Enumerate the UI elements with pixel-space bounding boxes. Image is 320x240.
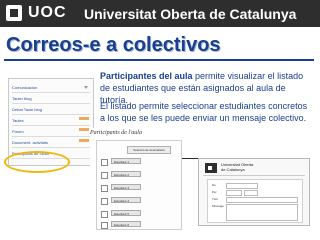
sidebar-item-label: Fòrum bbox=[12, 129, 24, 134]
highlight-circle bbox=[4, 151, 70, 173]
university-line-2: de Catalunya bbox=[221, 167, 245, 172]
student-checkbox[interactable] bbox=[101, 222, 108, 229]
student-name: Estudiant 2 bbox=[111, 171, 141, 177]
chevron-down-icon bbox=[84, 86, 88, 89]
list-item[interactable]: Estudiant 5 bbox=[101, 210, 177, 218]
compose-divider bbox=[203, 175, 305, 176]
compose-university-name: Universitat Oberta de Catalunya bbox=[221, 162, 253, 172]
sidebar-item-label: Document. activitats bbox=[12, 140, 49, 145]
list-item[interactable]: Estudiant 6 bbox=[101, 221, 177, 229]
student-name: Estudiant 6 bbox=[111, 221, 141, 227]
subject-field[interactable] bbox=[226, 197, 298, 203]
student-checkbox[interactable] bbox=[101, 211, 108, 218]
to-label: Per bbox=[212, 190, 217, 194]
compose-window: Universitat Oberta de Catalunya De Per Tí… bbox=[198, 158, 310, 226]
participants-panel: Participants de l'aula Selecció de desti… bbox=[90, 128, 182, 230]
message-textarea[interactable] bbox=[226, 204, 298, 221]
sidebar-item-label: Taules bbox=[12, 118, 24, 123]
list-item[interactable]: Estudiant 4 bbox=[101, 197, 177, 205]
list-item[interactable]: Estudiant 1 bbox=[101, 158, 177, 166]
sidebar-item-label: Debat Taule blog bbox=[12, 107, 42, 112]
student-name: Estudiant 5 bbox=[111, 210, 141, 216]
cc-field[interactable] bbox=[244, 190, 258, 196]
sidebar-item-debat[interactable]: Debat Taule blog bbox=[12, 105, 90, 115]
new-items-mark bbox=[79, 128, 89, 131]
to-field[interactable] bbox=[226, 190, 242, 196]
list-item[interactable]: Estudiant 2 bbox=[101, 171, 177, 179]
message-label: Missatge bbox=[212, 204, 225, 208]
description-bold-term: Participantes del aula bbox=[100, 71, 193, 81]
list-item[interactable]: Estudiant 3 bbox=[101, 184, 177, 192]
logo-text: UOC bbox=[28, 4, 67, 21]
sidebar-item-label: Tauler blog bbox=[12, 96, 32, 101]
select-recipients-button[interactable]: Selecció de destinataris bbox=[127, 146, 171, 154]
uoc-logo-icon bbox=[205, 163, 217, 173]
from-field[interactable] bbox=[226, 183, 258, 189]
header-bar: UOC Universitat Oberta de Catalunya bbox=[0, 0, 320, 27]
university-name: Universitat Oberta de Catalunya bbox=[84, 6, 297, 22]
student-checkbox[interactable] bbox=[101, 185, 108, 192]
new-items-mark bbox=[79, 117, 89, 120]
student-checkbox[interactable] bbox=[101, 172, 108, 179]
uoc-logo-icon bbox=[6, 5, 22, 21]
slide-title: Correos-e a colectivos bbox=[6, 34, 221, 56]
description-paragraph-2: El listado permite seleccionar estudiant… bbox=[100, 101, 308, 123]
subject-label: Títol bbox=[212, 197, 218, 201]
from-label: De bbox=[212, 183, 216, 187]
student-name: Estudiant 1 bbox=[111, 158, 141, 164]
student-checkbox[interactable] bbox=[101, 198, 108, 205]
sidebar-item-tauler-blog[interactable]: Tauler blog bbox=[12, 94, 90, 104]
student-name: Estudiant 3 bbox=[111, 184, 141, 190]
sidebar-item-comunicacion[interactable]: Comunicación bbox=[12, 83, 90, 93]
participants-list: Selecció de destinataris Estudiant 1 Est… bbox=[96, 140, 182, 230]
participants-title: Participants de l'aula bbox=[90, 130, 142, 136]
student-name: Estudiant 4 bbox=[111, 197, 141, 203]
sidebar-item-label: Comunicación bbox=[12, 85, 38, 90]
new-items-mark bbox=[79, 139, 89, 142]
title-divider bbox=[4, 59, 314, 61]
compose-form: De Per Títol Missatge bbox=[207, 179, 303, 223]
student-checkbox[interactable] bbox=[101, 159, 108, 166]
